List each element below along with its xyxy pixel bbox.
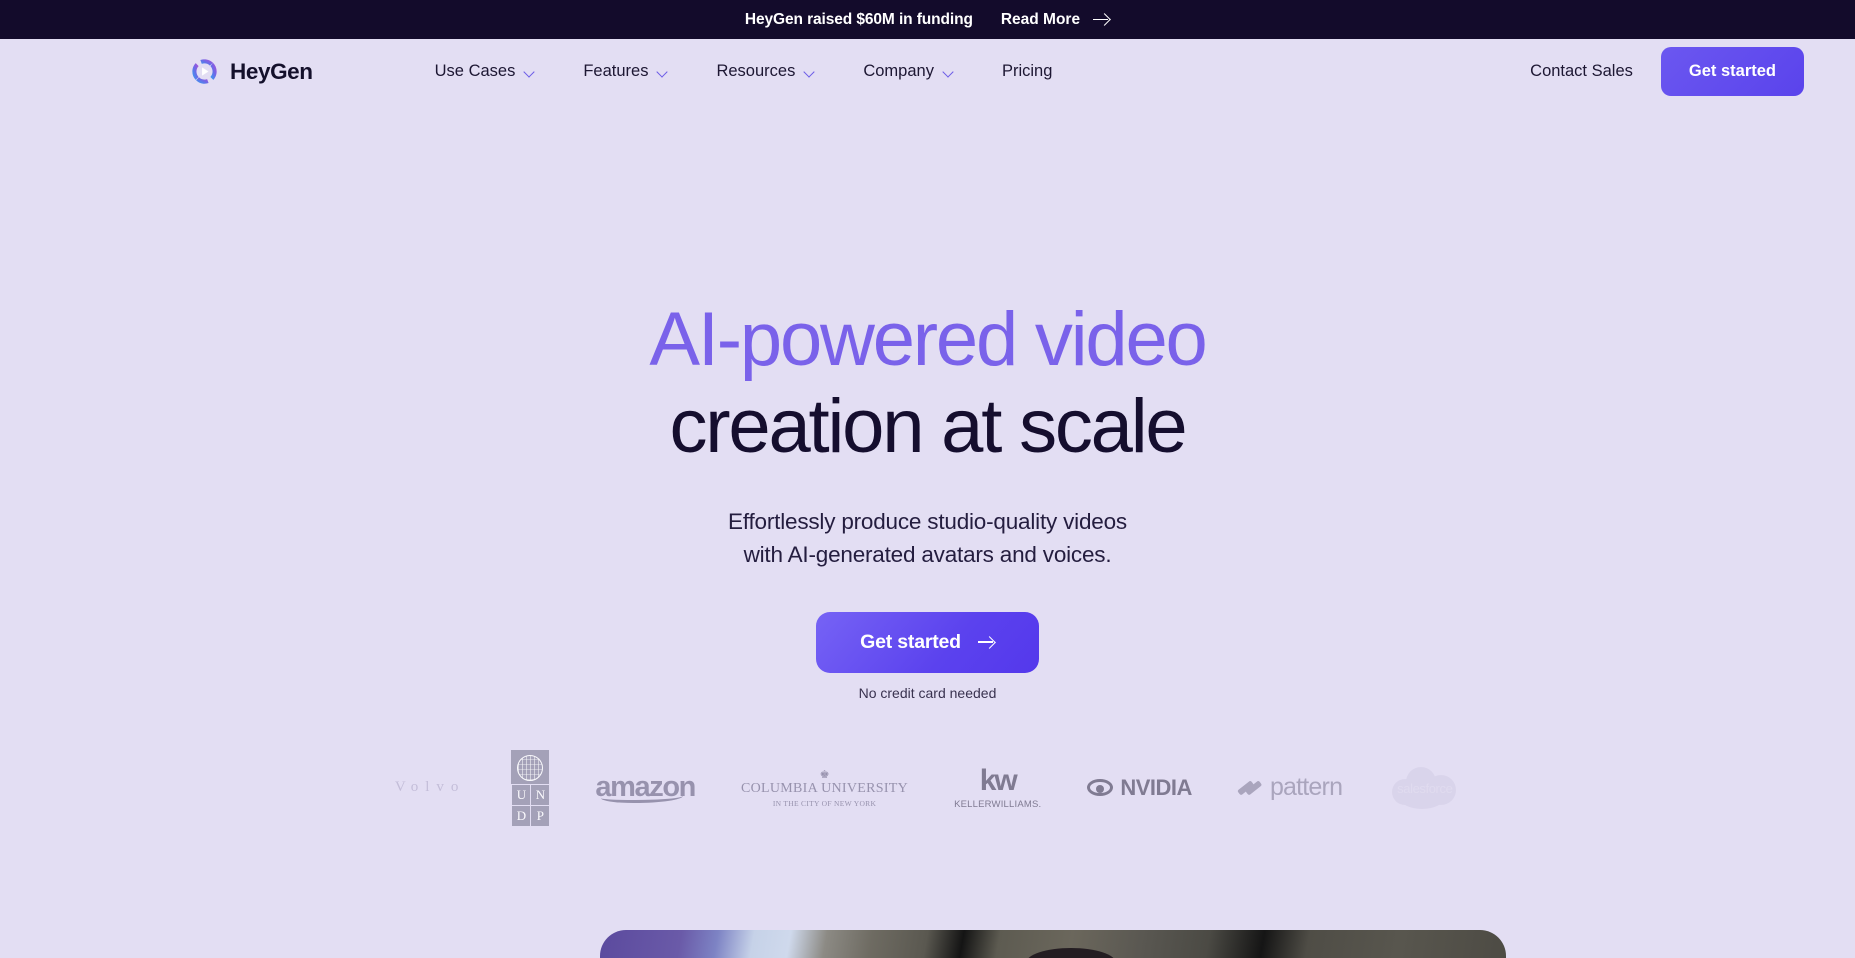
keller-williams-logo: kw KELLERWILLIAMS. [954,763,1042,810]
undp-letters: U N D P [511,783,550,826]
nvidia-wordmark: NVIDIA [1120,774,1192,800]
heygen-logo-icon [192,59,217,84]
columbia-logo: ♚ COLUMBIA UNIVERSITY IN THE CITY OF NEW… [741,768,908,808]
main-navigation: Use Cases Features Resources Company Pri… [411,54,1077,89]
nav-label: Use Cases [434,62,516,80]
nav-label: Company [863,62,934,80]
undp-letter: P [530,804,550,826]
logo-item: U N D P [511,749,550,826]
hero-section: AI-powered video creation at scale Effor… [0,104,1855,826]
logo-item: kw KELLERWILLIAMS. [954,753,1041,823]
logo-item: NVIDIA [1087,753,1192,823]
undp-emblem-icon [517,754,544,781]
hero-subheading: Effortlessly produce studio-quality vide… [0,505,1855,572]
cta-note: No credit card needed [858,684,997,701]
logo-item: salesforce [1388,753,1460,823]
subhead-line-1: Effortlessly produce studio-quality vide… [728,509,1127,535]
undp-logo: U N D P [511,749,550,826]
header-get-started-button[interactable]: Get started [1660,47,1804,96]
volvo-logo: Volvo [394,779,466,796]
columbia-line-1: COLUMBIA UNIVERSITY [740,780,909,796]
hero-video-preview[interactable] [600,930,1506,958]
nav-item-use-cases[interactable]: Use Cases [411,54,560,89]
salesforce-wordmark: salesforce [1397,780,1453,796]
pattern-mark-icon [1237,779,1262,797]
nav-item-features[interactable]: Features [559,54,692,89]
logo-item: amazon [595,753,696,823]
header-actions: Contact Sales Get started [1524,47,1804,96]
chevron-down-icon [943,68,954,75]
announcement-bar: HeyGen raised $60M in funding Read More [0,0,1855,39]
hero-get-started-button[interactable]: Get started [816,611,1039,673]
customer-logo-strip: Volvo U N D P amazon ♚ COLUMBIA UNIVERSI… [0,749,1855,826]
contact-sales-link[interactable]: Contact Sales [1524,54,1639,89]
announcement-read-more-label: Read More [1000,10,1081,28]
page-title: AI-powered video creation at scale [0,301,1855,465]
brand-name: HeyGen [230,58,313,84]
headline-line-2: creation at scale [669,383,1187,469]
chevron-down-icon [657,68,668,75]
site-header: HeyGen Use Cases Features Resources Comp… [0,39,1855,104]
chevron-down-icon [524,68,535,75]
logo-item: Volvo [395,753,466,823]
video-person-silhouette [1025,948,1116,958]
arrow-right-icon [977,636,995,648]
brand-logo-link[interactable]: HeyGen [190,57,313,86]
pattern-wordmark: pattern [1269,773,1343,802]
headline-line-1: AI-powered video [649,297,1207,382]
undp-letter: D [511,804,531,826]
nav-label: Resources [716,62,796,80]
pattern-logo: pattern [1237,773,1343,802]
kw-subtext: KELLERWILLIAMS. [954,798,1042,810]
announcement-read-more-link[interactable]: Read More [1001,11,1110,29]
hero-cta-label: Get started [860,630,961,653]
amazon-logo: amazon [595,771,696,804]
hero-cta-group: Get started No credit card needed [0,611,1855,701]
nav-label: Features [583,62,649,80]
nvidia-eye-icon [1087,779,1114,797]
announcement-text: HeyGen raised $60M in funding [744,10,973,28]
nvidia-logo: NVIDIA [1087,775,1192,801]
salesforce-logo: salesforce [1388,763,1460,813]
nav-item-pricing[interactable]: Pricing [978,54,1076,89]
nav-item-resources[interactable]: Resources [692,54,839,89]
logo-item: ♚ COLUMBIA UNIVERSITY IN THE CITY OF NEW… [741,753,908,823]
undp-letter: U [511,783,531,805]
logo-item: pattern [1237,753,1343,823]
subhead-line-2: with AI-generated avatars and voices. [743,542,1112,568]
columbia-line-2: IN THE CITY OF NEW YORK [772,798,877,808]
undp-letter: N [530,783,550,805]
nav-label: Pricing [1001,62,1053,80]
chevron-down-icon [804,68,815,75]
kw-mark: kw [979,763,1018,797]
nav-item-company[interactable]: Company [839,54,978,89]
arrow-right-icon [1093,14,1110,26]
crown-icon: ♚ [819,768,830,781]
